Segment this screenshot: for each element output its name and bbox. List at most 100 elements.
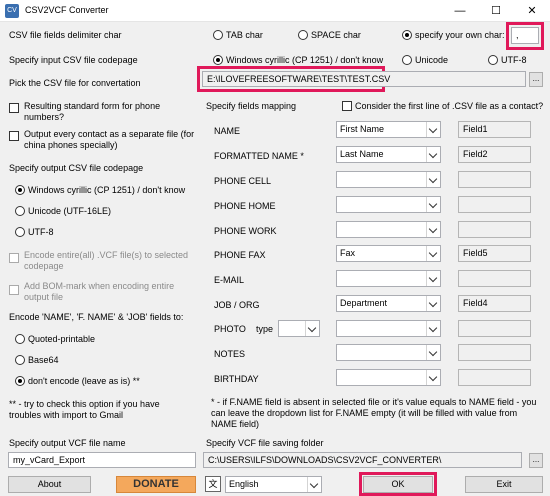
tab-char-label: TAB char — [226, 30, 263, 40]
map-fname-select[interactable]: Last Name — [336, 146, 441, 163]
window-title: CSV2VCF Converter — [25, 5, 109, 15]
first-line-label: Consider the first line of .CSV file as … — [355, 101, 544, 111]
map-fax-field: Field5 — [458, 245, 531, 262]
output-codepage-label: Specify output CSV file codepage — [9, 163, 144, 173]
separate-file-checkbox[interactable] — [9, 131, 19, 141]
chevron-down-icon — [426, 147, 440, 162]
chevron-down-icon — [426, 246, 440, 261]
map-email-field — [458, 270, 531, 287]
radio-space-char[interactable] — [298, 30, 308, 40]
vcf-folder-input[interactable]: C:\USERS\ILFS\DOWNLOADS\CSV2VCF_CONVERTE… — [203, 452, 522, 468]
radio-output-utf8[interactable] — [15, 227, 25, 237]
csv-path-input[interactable]: E:\ILOVEFREESOFTWARE\TEST\TEST.CSV — [202, 71, 526, 87]
encode-fields-label: Encode 'NAME', 'F. NAME' & 'JOB' fields … — [9, 312, 184, 322]
encode-entire-checkbox[interactable] — [9, 253, 19, 263]
chevron-down-icon — [426, 222, 440, 237]
map-photo-label: PHOTO — [214, 324, 246, 334]
mapping-label: Specify fields mapping — [206, 101, 297, 111]
bom-mark-label: Add BOM-mark when encoding entire output… — [24, 281, 175, 302]
map-notes-label: NOTES — [214, 349, 246, 359]
radio-input-cp1251[interactable] — [213, 55, 223, 65]
exit-button[interactable]: Exit — [465, 476, 543, 493]
map-job-label: JOB / ORG — [214, 300, 260, 310]
dont-encode-label: don't encode (leave as is) ** — [28, 376, 140, 386]
base64-label: Base64 — [28, 355, 59, 365]
map-fax-select[interactable]: Fax — [336, 245, 441, 262]
space-char-label: SPACE char — [311, 30, 361, 40]
phone-standard-label: Resulting standard form for phone number… — [24, 101, 161, 122]
map-photo-type-label: type — [256, 324, 274, 334]
csv-browse-button[interactable]: ... — [529, 72, 543, 87]
map-work-field — [458, 221, 531, 238]
map-name-select[interactable]: First Name — [336, 121, 441, 138]
radio-quoted-printable[interactable] — [15, 334, 25, 344]
bom-mark-checkbox[interactable] — [9, 285, 19, 295]
map-work-label: PHONE WORK — [214, 226, 277, 236]
map-cell-label: PHONE CELL — [214, 176, 272, 186]
app-icon: CV — [5, 4, 19, 18]
map-home-field — [458, 196, 531, 213]
map-home-select[interactable] — [336, 196, 441, 213]
chevron-down-icon — [426, 321, 440, 336]
radio-base64[interactable] — [15, 355, 25, 365]
map-cell-field — [458, 171, 531, 188]
translate-icon: 文 — [205, 476, 221, 492]
map-job-select[interactable]: Department — [336, 295, 441, 312]
phone-standard-checkbox[interactable] — [9, 103, 19, 113]
map-photo-type-select[interactable] — [278, 320, 320, 337]
own-char-input[interactable]: , — [511, 27, 539, 44]
vcf-folder-browse-button[interactable]: ... — [529, 453, 543, 468]
map-photo-field — [458, 320, 531, 337]
map-birthday-select[interactable] — [336, 369, 441, 386]
map-notes-field — [458, 344, 531, 361]
donate-button[interactable]: DONATE — [116, 476, 196, 493]
chevron-down-icon — [426, 345, 440, 360]
input-cp1251-label: Windows cyrillic (CP 1251) / don't know — [226, 55, 384, 65]
chevron-down-icon — [426, 271, 440, 286]
language-select[interactable]: English — [225, 476, 322, 493]
radio-output-cp1251[interactable] — [15, 185, 25, 195]
radio-input-unicode[interactable] — [402, 55, 412, 65]
map-work-select[interactable] — [336, 221, 441, 238]
map-name-field: Field1 — [458, 121, 531, 138]
map-home-label: PHONE HOME — [214, 201, 276, 211]
chevron-down-icon — [426, 122, 440, 137]
map-email-select[interactable] — [336, 270, 441, 287]
output-utf8-label: UTF-8 — [28, 227, 54, 237]
input-utf8-label: UTF-8 — [501, 55, 527, 65]
chevron-down-icon — [426, 370, 440, 385]
output-unicode-label: Unicode (UTF-16LE) — [28, 206, 112, 216]
radio-tab-char[interactable] — [213, 30, 223, 40]
quoted-printable-label: Quoted-printable — [28, 334, 96, 344]
separate-file-label: Output every contact as a separate file … — [24, 129, 195, 150]
title-bar: CV CSV2VCF Converter — ☐ ✕ — [0, 0, 550, 22]
chevron-down-icon — [426, 172, 440, 187]
own-char-label: specify your own char: — [415, 30, 505, 40]
input-codepage-label: Specify input CSV file codepage — [9, 55, 138, 65]
chevron-down-icon — [426, 296, 440, 311]
close-button[interactable]: ✕ — [514, 0, 550, 22]
vcf-name-input[interactable]: my_vCard_Export — [8, 452, 196, 468]
first-line-checkbox[interactable] — [342, 101, 352, 111]
encode-entire-label: Encode entire(all) .VCF file(s) to selec… — [24, 250, 189, 271]
output-cp1251-label: Windows cyrillic (CP 1251) / don't know — [28, 185, 186, 195]
csv-file-label: Pick the CSV file for convertation — [9, 78, 141, 88]
vcf-folder-label: Specify VCF file saving folder — [206, 438, 324, 448]
radio-own-char[interactable] — [402, 30, 412, 40]
fname-note: * - if F.NAME field is absent in selecte… — [211, 397, 537, 429]
about-button[interactable]: About — [8, 476, 91, 493]
map-name-label: NAME — [214, 126, 241, 136]
minimize-button[interactable]: — — [442, 0, 478, 22]
map-job-field: Field4 — [458, 295, 531, 312]
radio-dont-encode[interactable] — [15, 376, 25, 386]
map-notes-select[interactable] — [336, 344, 441, 361]
radio-input-utf8[interactable] — [488, 55, 498, 65]
map-photo-select[interactable] — [336, 320, 441, 337]
map-fname-label: FORMATTED NAME * — [214, 151, 304, 161]
maximize-button[interactable]: ☐ — [478, 0, 514, 22]
chevron-down-icon — [307, 477, 321, 492]
ok-button[interactable]: OK — [363, 476, 433, 493]
map-cell-select[interactable] — [336, 171, 441, 188]
input-unicode-label: Unicode — [415, 55, 449, 65]
radio-output-unicode[interactable] — [15, 206, 25, 216]
